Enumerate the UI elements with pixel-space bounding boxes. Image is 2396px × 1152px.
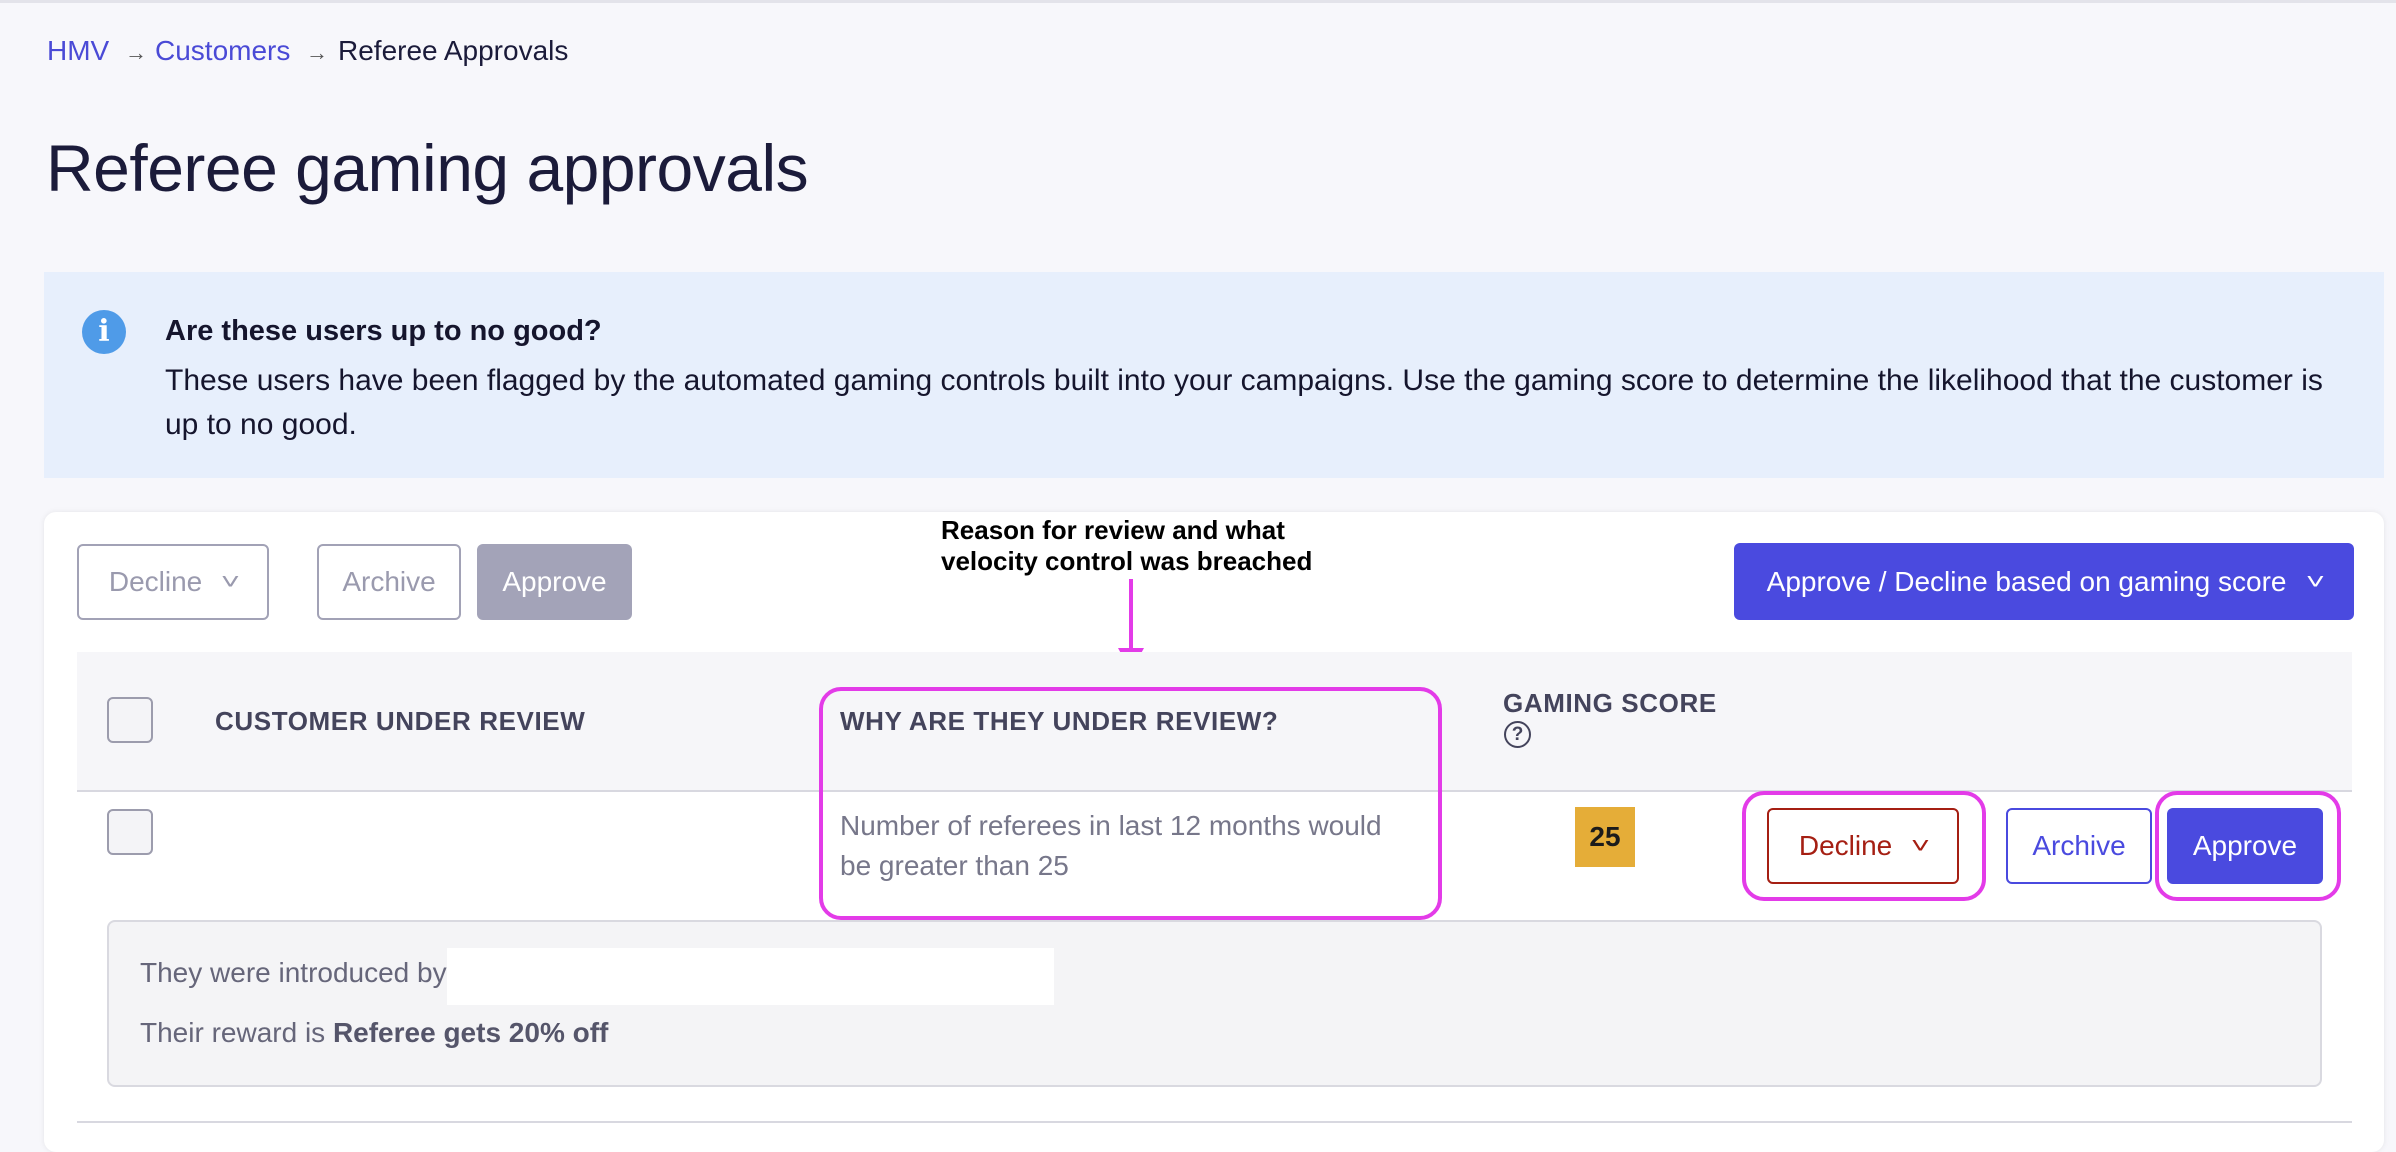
bulk-decline-dropdown[interactable]: Decline ˅ [77,544,269,620]
row-archive-button[interactable]: Archive [2006,808,2152,884]
annotation-callout: Reason for review and what velocity cont… [941,515,1312,577]
gaming-score-action-label: Approve / Decline based on gaming score [1766,565,2287,597]
reward-value: Referee gets 20% off [332,1017,609,1048]
top-divider [0,0,2396,3]
bulk-decline-label: Decline [108,566,203,597]
reward-label: Their reward is [140,1017,333,1048]
highlight-decline-box [1742,791,1986,901]
breadcrumb-current: Referee Approvals [338,35,569,66]
referral-details-panel [107,920,2322,1087]
column-header-customer: CUSTOMER UNDER REVIEW [215,706,586,736]
breadcrumb-arrow-icon: → [125,40,147,65]
annotation-line-2: velocity control was breached [941,546,1313,576]
bulk-approve-button[interactable]: Approve [477,544,632,620]
breadcrumb-customers[interactable]: Customers [155,34,290,68]
breadcrumb-arrow-icon: → [306,40,328,65]
redacted-referrer [447,948,1054,1005]
highlight-approve-box [2155,791,2341,901]
annotation-arrow-line [1129,579,1133,649]
info-icon: i [82,310,126,354]
gaming-score-action-dropdown[interactable]: Approve / Decline based on gaming score … [1734,543,2354,620]
introduced-by-label: They were introduced by [140,957,447,988]
chevron-down-icon: ˅ [221,569,241,594]
reward-text: Their reward is Referee gets 20% off [140,1017,608,1049]
breadcrumb-hmv[interactable]: HMV [47,34,109,68]
page-title: Referee gaming approvals [46,131,809,205]
banner-body: These users have been flagged by the aut… [165,364,2323,441]
column-header-gaming-score: GAMING SCORE [1503,688,1717,718]
annotation-line-1: Reason for review and what [941,515,1285,545]
row-checkbox[interactable] [107,809,153,855]
row-divider [77,1121,2352,1123]
bulk-archive-button[interactable]: Archive [317,544,461,620]
select-all-checkbox[interactable] [107,697,153,743]
help-icon[interactable]: ? [1504,721,1531,748]
highlight-reason-box [819,687,1442,920]
banner-title: Are these users up to no good? [165,315,602,347]
chevron-down-icon: ˅ [2305,568,2325,594]
gaming-score-badge: 25 [1575,807,1635,867]
